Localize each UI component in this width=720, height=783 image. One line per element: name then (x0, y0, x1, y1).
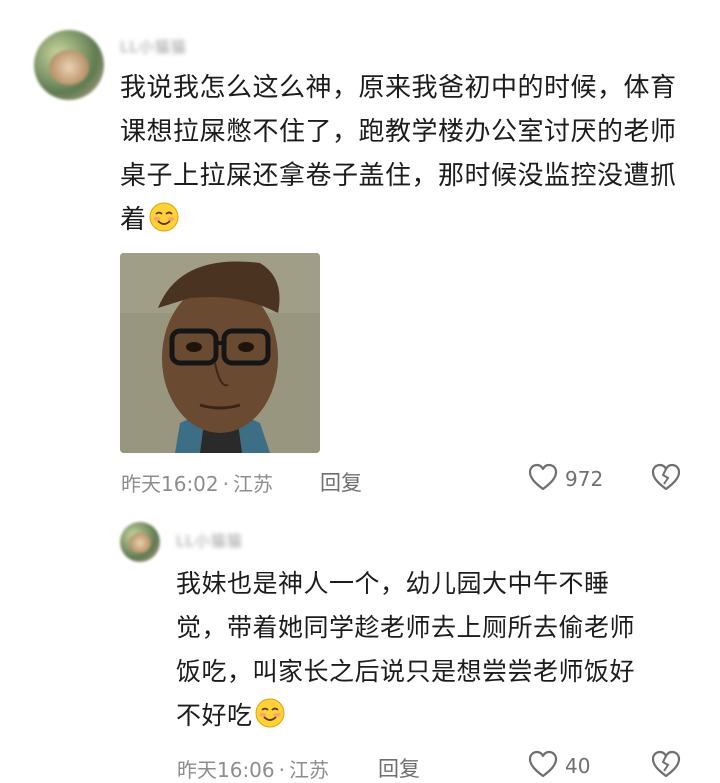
smiling-face-emoji-icon (255, 698, 285, 728)
heart-icon (527, 462, 559, 496)
reply-button[interactable]: 回复 (320, 467, 362, 497)
username[interactable]: LL小猫猫 (176, 530, 243, 551)
comment-meta: 昨天16:06 · 江苏 (177, 758, 329, 782)
broken-heart-icon[interactable] (650, 749, 682, 783)
comment-text: 我说我怎么这么神，原来我爸初中的时候，体育 课想拉屎憋不住了，跑教学楼办公室讨厌… (120, 66, 700, 242)
username[interactable]: LL小猫猫 (120, 36, 187, 57)
like-button[interactable]: 972 (527, 462, 603, 496)
comment-line: 课想拉屎憋不住了，跑教学楼办公室讨厌的老师 (120, 117, 677, 147)
location: 江苏 (289, 758, 329, 782)
timestamp: 昨天16:06 (177, 758, 275, 782)
comment-line: 我妹也是神人一个，幼儿园大中午不睡 (176, 569, 610, 598)
avatar[interactable] (120, 522, 160, 562)
reply-button[interactable]: 回复 (378, 753, 420, 783)
comment-line: 不好吃 (176, 694, 696, 738)
comment-line: 着 (120, 198, 700, 242)
like-count: 972 (565, 467, 604, 491)
comment-line: 我说我怎么这么神，原来我爸初中的时候，体育 (120, 73, 677, 103)
timestamp: 昨天16:02 (121, 472, 219, 496)
comment-line: 觉，带着她同学趁老师去上厕所去偷老师 (176, 613, 636, 642)
like-count: 40 (565, 754, 591, 778)
comment-line: 饭吃，叫家长之后说只是想尝尝老师饭好 (176, 657, 636, 686)
avatar[interactable] (34, 30, 104, 100)
comment-text: 我妹也是神人一个，幼儿园大中午不睡 觉，带着她同学趁老师去上厕所去偷老师 饭吃，… (176, 562, 696, 738)
comment-line: 桌子上拉屎还拿卷子盖住，那时候没监控没遭抓 (120, 161, 677, 191)
heart-icon (527, 749, 559, 783)
broken-heart-icon[interactable] (650, 462, 682, 496)
like-button[interactable]: 40 (527, 749, 590, 783)
location: 江苏 (233, 472, 273, 496)
comment-meta: 昨天16:02 · 江苏 (121, 472, 273, 496)
attached-photo[interactable] (120, 253, 320, 453)
smiling-face-emoji-icon (149, 202, 179, 232)
